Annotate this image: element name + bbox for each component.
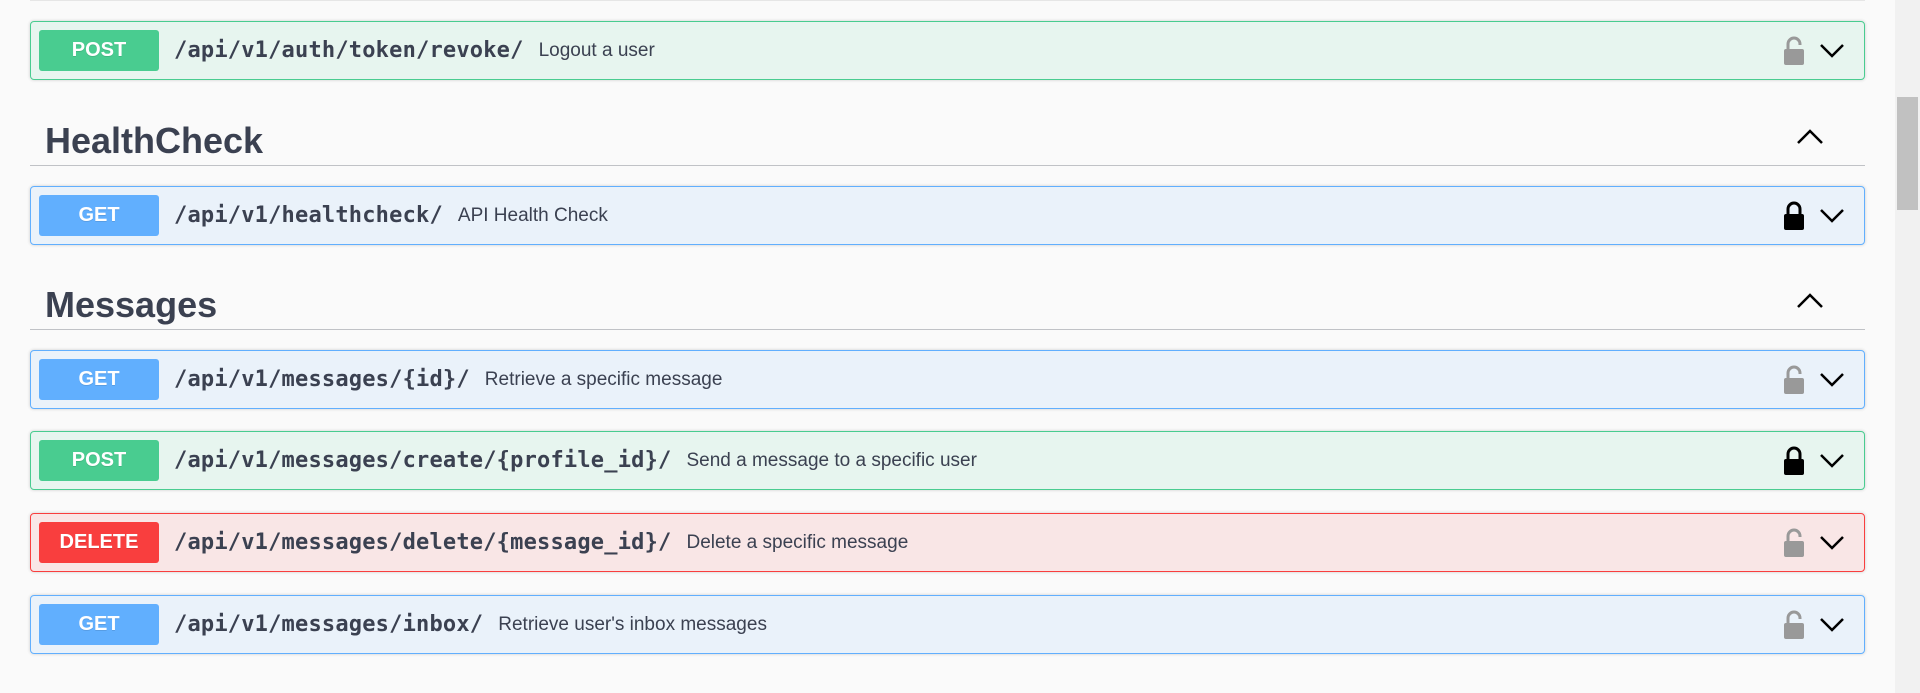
unlocked-padlock-icon[interactable]	[1782, 36, 1806, 66]
chevron-down-icon[interactable]	[1818, 203, 1846, 227]
unlocked-padlock-icon[interactable]	[1782, 365, 1806, 395]
operation-summary: Delete a specific message	[686, 531, 909, 553]
chevron-up-icon[interactable]	[1795, 126, 1825, 150]
chevron-down-icon[interactable]	[1818, 612, 1846, 636]
operation-summary: Logout a user	[538, 39, 655, 61]
operation-messages-retrieve[interactable]: GET /api/v1/messages/{id}/ Retrieve a sp…	[30, 350, 1865, 409]
operation-path: /api/v1/healthcheck/	[174, 203, 443, 228]
locked-padlock-icon[interactable]	[1782, 446, 1806, 476]
unlocked-padlock-icon[interactable]	[1782, 528, 1806, 558]
chevron-down-icon[interactable]	[1818, 38, 1846, 62]
section-title: Messages	[45, 284, 218, 325]
operation-summary: Send a message to a specific user	[686, 449, 977, 471]
locked-padlock-icon[interactable]	[1782, 201, 1806, 231]
section-title: HealthCheck	[45, 120, 264, 161]
method-badge: POST	[39, 440, 159, 481]
operation-healthcheck[interactable]: GET /api/v1/healthcheck/ API Health Chec…	[30, 186, 1865, 245]
method-badge: DELETE	[39, 522, 159, 563]
method-badge: GET	[39, 195, 159, 236]
operation-path: /api/v1/messages/create/{profile_id}/	[174, 448, 672, 473]
operation-messages-inbox[interactable]: GET /api/v1/messages/inbox/ Retrieve use…	[30, 595, 1865, 654]
unlocked-padlock-icon[interactable]	[1782, 610, 1806, 640]
operation-path: /api/v1/messages/{id}/	[174, 367, 470, 392]
divider	[30, 0, 1865, 1]
operation-summary: Retrieve user's inbox messages	[498, 613, 767, 635]
method-badge: GET	[39, 604, 159, 645]
method-badge: GET	[39, 359, 159, 400]
operation-summary: Retrieve a specific message	[484, 368, 723, 390]
operation-path: /api/v1/messages/delete/{message_id}/	[174, 530, 672, 555]
chevron-up-icon[interactable]	[1795, 290, 1825, 314]
operation-messages-create[interactable]: POST /api/v1/messages/create/{profile_id…	[30, 431, 1865, 490]
operation-messages-delete[interactable]: DELETE /api/v1/messages/delete/{message_…	[30, 513, 1865, 572]
operation-auth-token-revoke[interactable]: POST /api/v1/auth/token/revoke/ Logout a…	[30, 21, 1865, 80]
section-healthcheck[interactable]: HealthCheck	[30, 110, 1865, 166]
scrollbar-thumb[interactable]	[1897, 97, 1918, 210]
chevron-down-icon[interactable]	[1818, 367, 1846, 391]
operation-path: /api/v1/auth/token/revoke/	[174, 38, 524, 63]
chevron-down-icon[interactable]	[1818, 530, 1846, 554]
operation-path: /api/v1/messages/inbox/	[174, 612, 484, 637]
operation-summary: API Health Check	[457, 204, 608, 226]
section-messages[interactable]: Messages	[30, 274, 1865, 330]
method-badge: POST	[39, 30, 159, 71]
chevron-down-icon[interactable]	[1818, 448, 1846, 472]
